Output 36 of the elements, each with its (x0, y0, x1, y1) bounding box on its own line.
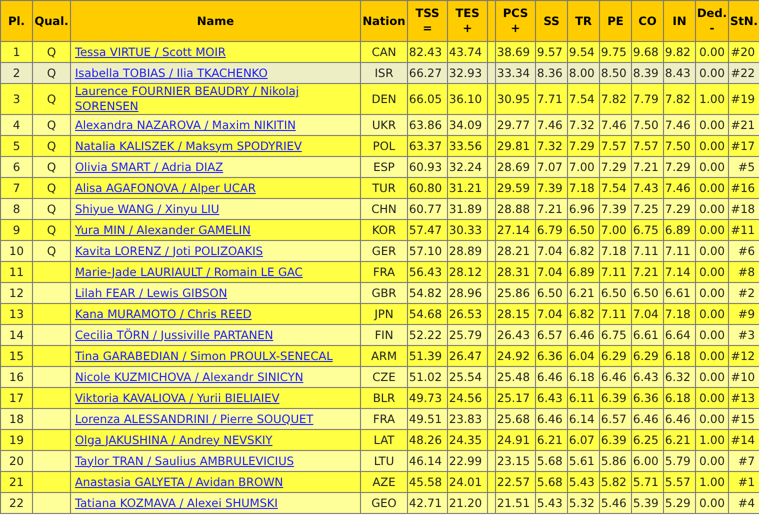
column-header: TSS = (408, 0, 448, 42)
table-row: 11 Marie-Jade LAURIAULT / Romain LE GAC FRA 56.43 28.12 28.31 7.04 6.89 7.11 7.21 7.14 0.00 #8 (0, 262, 759, 282)
table-row: 10 Q Kavita LORENZ / Joti POLIZOAKIS GER 57.10 28.89 28.21 7.04 6.82 7.18 7.11 7.11 0.00 #6 (0, 240, 759, 262)
table-row: 6 Q Olivia SMART / Adria DIAZ ESP 60.93 32.24 28.69 7.07 7.00 7.29 7.21 7.29 0.00 #5 (0, 156, 759, 178)
table-row: 21 Anastasia GALYETA / Avidan BROWN AZE 45.58 24.01 22.57 5.68 5.43 5.82 5.71 5.57 1.00 #1 (0, 472, 759, 492)
column-header: Nation (360, 0, 408, 42)
table-row: 19 Olga JAKUSHINA / Andrey NEVSKIY LAT 48.26 24.35 24.91 6.21 6.07 6.39 6.25 6.21 1.00 #14 (0, 430, 759, 450)
column-header: PCS + (496, 0, 536, 42)
column-header: TR (568, 0, 600, 42)
table-row: 15 Tina GARABEDIAN / Simon PROULX-SENECAL ARM 51.39 26.47 24.92 6.36 6.04 6.29 6.29 6.18 0.00 #12 (0, 346, 759, 366)
column-header: Ded. - (696, 0, 728, 42)
table-row: 8 Q Shiyue WANG / Xinyu LIU CHN 60.77 31.89 28.88 7.21 6.96 7.39 7.25 7.29 0.00 #18 (0, 198, 759, 220)
table-row: 16 Nicole KUZMICHOVA / Alexandr SINICYN CZE 51.02 25.54 25.48 6.46 6.18 6.46 6.43 6.32 0.00 #10 (0, 366, 759, 388)
table-row: 3 Q Laurence FOURNIER BEAUDRY / Nikolaj SORENSEN DEN 66.05 36.10 30.95 7.71 7.54 7.82 7.79 7.82 1.00 #19 (0, 84, 759, 114)
table-row: 18 Lorenza ALESSANDRINI / Pierre SOUQUET FRA 49.51 23.83 25.68 6.46 6.14 6.57 6.46 6.46 0.00 #15 (0, 408, 759, 430)
table-row: 1 Q Tessa VIRTUE / Scott MOIR CAN 82.43 43.74 38.69 9.57 9.54 9.75 9.68 9.82 0.00 #20 (0, 42, 759, 62)
column-header: CO (632, 0, 664, 42)
table-row: 2 Q Isabella TOBIAS / Ilia TKACHENKO ISR 66.27 32.93 33.34 8.36 8.00 8.50 8.39 8.43 0.00 #22 (0, 62, 759, 84)
table-row: 12 Lilah FEAR / Lewis GIBSON GBR 54.82 28.96 25.86 6.50 6.21 6.50 6.50 6.61 0.00 #2 (0, 282, 759, 304)
column-header: TES + (448, 0, 488, 42)
column-header: Qual. (32, 0, 70, 42)
column-header: StN. (728, 0, 759, 42)
table-row: 22 Tatiana KOZMAVA / Alexei SHUMSKI GEO 42.71 21.20 21.51 5.43 5.32 5.46 5.39 5.29 0.00 #4 (0, 492, 759, 514)
table-row: 7 Q Alisa AGAFONOVA / Alper UCAR TUR 60.80 31.21 29.59 7.39 7.18 7.54 7.43 7.46 0.00 #16 (0, 178, 759, 198)
column-header: SS (536, 0, 568, 42)
table-row: 4 Q Alexandra NAZAROVA / Maxim NIKITIN UKR 63.86 34.09 29.77 7.46 7.32 7.46 7.50 7.46 0.00 #21 (0, 114, 759, 136)
table-row: 13 Kana MURAMOTO / Chris REED JPN 54.68 26.53 28.15 7.04 6.82 7.11 7.04 7.18 0.00 #9 (0, 304, 759, 324)
table-row: 14 Cecilia TÖRN / Jussiville PARTANEN FIN 52.22 25.79 26.43 6.57 6.46 6.75 6.61 6.64 0.00 #3 (0, 324, 759, 346)
table-row: 5 Q Natalia KALISZEK / Maksym SPODYRIEV POL 63.37 33.56 29.81 7.32 7.29 7.57 7.57 7.50 0.00 #17 (0, 136, 759, 156)
column-header: IN (664, 0, 696, 42)
column-header: Pl. (0, 0, 32, 42)
table-row: 17 Viktoria KAVALIOVA / Yurii BIELIAIEV BLR 49.73 24.56 25.17 6.43 6.11 6.39 6.36 6.18 0.00 #13 (0, 388, 759, 408)
column-header: PE (600, 0, 632, 42)
table-row: 9 Q Yura MIN / Alexander GAMELIN KOR 57.47 30.33 27.14 6.79 6.50 7.00 6.75 6.89 0.00 #11 (0, 220, 759, 240)
table-row: 20 Taylor TRAN / Saulius AMBRULEVICIUS LTU 46.14 22.99 23.15 5.68 5.61 5.86 6.00 5.79 0.00 #7 (0, 450, 759, 472)
column-header: Name (70, 0, 360, 42)
